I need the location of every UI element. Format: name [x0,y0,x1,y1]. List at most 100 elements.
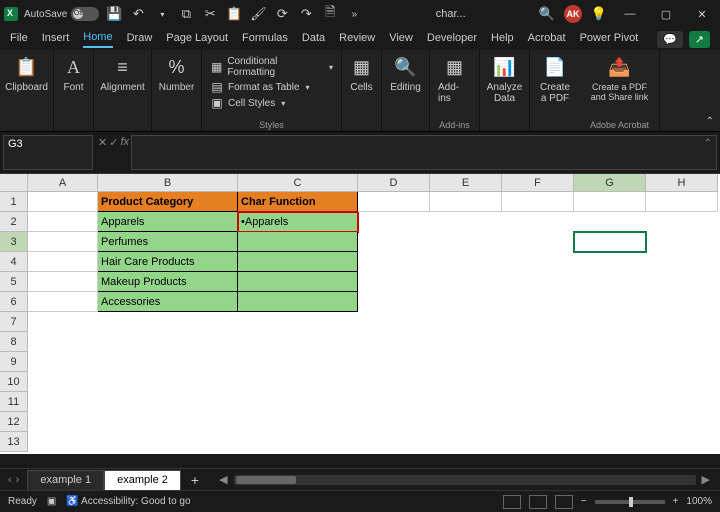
cell-a3[interactable] [28,232,98,252]
zoom-level[interactable]: 100% [686,496,712,507]
cells-button[interactable]: ▦Cells [349,54,375,93]
zoom-in-icon[interactable]: + [673,496,679,507]
col-header-c[interactable]: C [238,174,358,192]
alignment-button[interactable]: ≡Alignment [100,54,144,93]
col-header-d[interactable]: D [358,174,430,192]
undo-dropdown-icon[interactable]: ▾ [153,5,171,23]
cell-a1[interactable] [28,192,98,212]
cell-b6[interactable]: Accessories [98,292,238,312]
fx-icon[interactable]: fx [120,136,129,148]
lightbulb-icon[interactable]: 💡 [590,5,608,23]
tab-power-pivot[interactable]: Power Pivot [580,32,639,47]
cell-b5[interactable]: Makeup Products [98,272,238,292]
row-header-5[interactable]: 5 [0,272,28,292]
tab-formulas[interactable]: Formulas [242,32,288,47]
cell-a4[interactable] [28,252,98,272]
row-header-7[interactable]: 7 [0,312,28,332]
editing-button[interactable]: 🔍Editing [390,54,421,93]
cell-f1[interactable] [502,192,574,212]
col-header-h[interactable]: H [646,174,718,192]
share-button[interactable]: ↗ [689,31,710,48]
cell-c2[interactable]: •Apparels [238,212,358,232]
cell-h1[interactable] [646,192,718,212]
row-header-13[interactable]: 13 [0,432,28,452]
more-icon[interactable]: » [345,5,363,23]
cell-b2[interactable]: Apparels [98,212,238,232]
tab-insert[interactable]: Insert [42,32,70,47]
autosave-toggle[interactable]: AutoSave Off [24,7,99,21]
tab-file[interactable]: File [10,32,28,47]
cut-icon[interactable]: ✂ [201,5,219,23]
paste-icon[interactable]: 📋 [225,5,243,23]
comments-button[interactable]: 💬 [657,31,683,48]
tab-data[interactable]: Data [302,32,325,47]
tab-acrobat[interactable]: Acrobat [528,32,566,47]
minimize-icon[interactable]: ― [616,0,644,28]
row-header-10[interactable]: 10 [0,372,28,392]
col-header-f[interactable]: F [502,174,574,192]
cell-b3[interactable]: Perfumes [98,232,238,252]
zoom-slider[interactable] [595,500,665,504]
tab-view[interactable]: View [389,32,413,47]
font-button[interactable]: AFont [61,54,87,93]
new-file-icon[interactable]: 🗎 [321,5,339,23]
addins-button[interactable]: ▦Add-ins [438,54,471,104]
close-icon[interactable]: ✕ [688,0,716,28]
cell-c6[interactable] [238,292,358,312]
tab-review[interactable]: Review [339,32,375,47]
expand-formula-icon[interactable]: ⌃ [704,138,712,149]
conditional-formatting-button[interactable]: ▦Conditional Formatting▾ [210,56,333,78]
row-header-1[interactable]: 1 [0,192,28,212]
number-button[interactable]: %Number [159,54,195,93]
format-painter-icon[interactable]: 🖌 [249,5,267,23]
clipboard-button[interactable]: 📋Clipboard [5,54,48,93]
cell-g1[interactable] [574,192,646,212]
user-avatar[interactable]: AK [564,5,582,23]
cell-b1[interactable]: Product Category [98,192,238,212]
cell-d1[interactable] [358,192,430,212]
row-header-9[interactable]: 9 [0,352,28,372]
cancel-formula-icon[interactable]: ✕ [98,136,107,149]
row-header-6[interactable]: 6 [0,292,28,312]
share-pdf-button[interactable]: 📤Create a PDF and Share link [588,54,651,102]
sheet-tab-example1[interactable]: example 1 [27,470,104,490]
format-as-table-button[interactable]: ▤Format as Table▾ [210,80,333,94]
cell-g3-selected[interactable] [574,232,646,252]
maximize-icon[interactable]: ▢ [652,0,680,28]
search-icon[interactable]: 🔍 [538,5,556,23]
row-header-3[interactable]: 3 [0,232,28,252]
accessibility-status[interactable]: ♿ Accessibility: Good to go [66,496,190,507]
worksheet-grid[interactable]: A B C D E F G H 1 2 3 4 5 6 7 8 9 10 11 … [0,174,720,454]
refresh-icon[interactable]: ⟳ [273,5,291,23]
tab-developer[interactable]: Developer [427,32,477,47]
page-layout-view-icon[interactable] [529,495,547,509]
row-header-12[interactable]: 12 [0,412,28,432]
redo-icon[interactable]: ↷ [297,5,315,23]
analyze-data-button[interactable]: 📊Analyze Data [487,54,523,104]
col-header-e[interactable]: E [430,174,502,192]
collapse-ribbon-icon[interactable]: ⌃ [706,116,714,127]
name-box[interactable]: G3 [3,135,93,170]
cell-e1[interactable] [430,192,502,212]
scrollbar-thumb[interactable] [236,476,296,484]
row-header-4[interactable]: 4 [0,252,28,272]
tab-home[interactable]: Home [83,31,112,48]
create-pdf-button[interactable]: 📄Create a PDF [538,54,572,104]
normal-view-icon[interactable] [503,495,521,509]
cell-styles-button[interactable]: ▣Cell Styles▾ [210,96,333,110]
scroll-left-icon[interactable]: ◀ [219,473,227,486]
sheet-prev-icon[interactable]: ‹ [8,474,12,486]
cell-c3[interactable] [238,232,358,252]
select-all-corner[interactable] [0,174,28,192]
undo-icon[interactable]: ↶ [129,5,147,23]
page-break-view-icon[interactable] [555,495,573,509]
cell-b4[interactable]: Hair Care Products [98,252,238,272]
sheet-next-icon[interactable]: › [16,474,20,486]
copy-icon[interactable]: ⧉ [177,5,195,23]
horizontal-scrollbar[interactable] [234,475,696,485]
zoom-out-icon[interactable]: − [581,496,587,507]
cell-a5[interactable] [28,272,98,292]
cell-c5[interactable] [238,272,358,292]
enter-formula-icon[interactable]: ✓ [109,136,118,149]
cell-a2[interactable] [28,212,98,232]
